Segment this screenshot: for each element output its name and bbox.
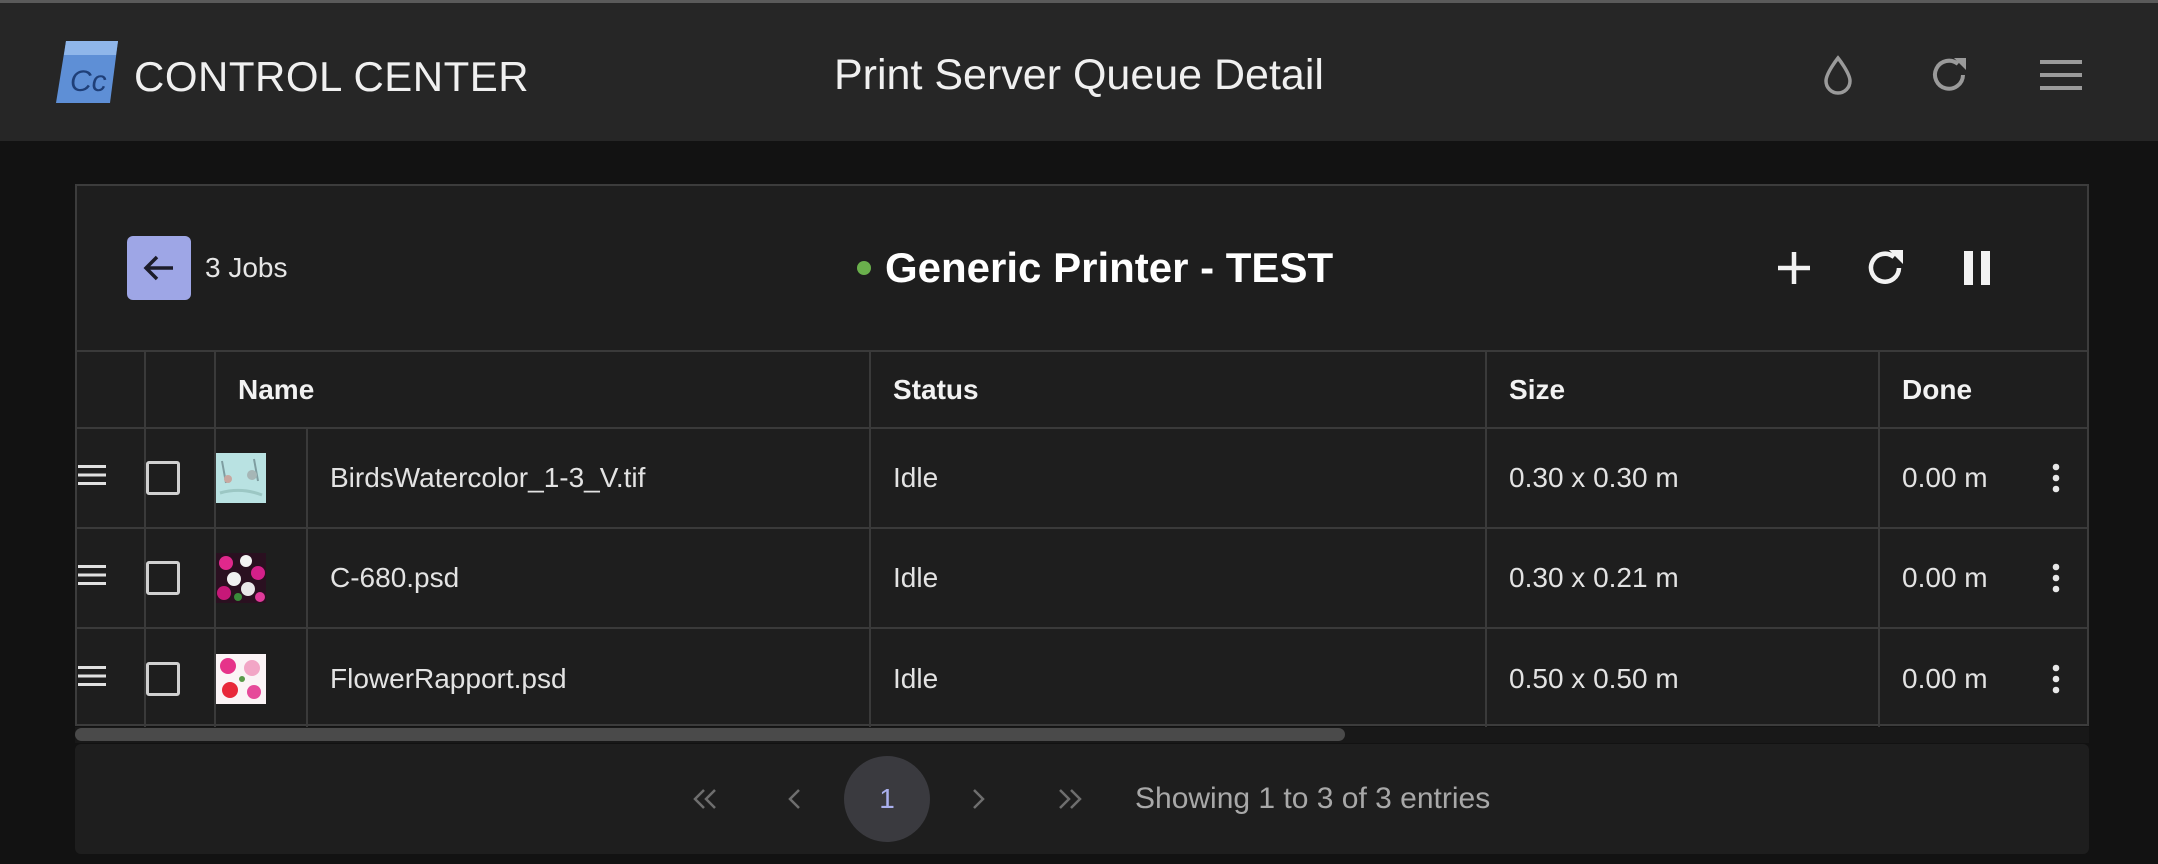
chevron-left-icon (788, 789, 800, 809)
pagination-info: Showing 1 to 3 of 3 entries (1135, 782, 1491, 815)
drag-handle-icon (78, 665, 106, 686)
drag-handle-icon (78, 565, 106, 585)
page-title: Print Server Queue Detail (834, 51, 1324, 99)
refresh-queue-button[interactable] (1855, 238, 1915, 298)
previous-page-button[interactable] (765, 744, 825, 854)
queue-card: 3 Jobs Generic Printer - TEST Name Statu… (75, 184, 2089, 728)
job-thumbnail (216, 553, 266, 603)
more-vertical-icon (2052, 664, 2060, 693)
refresh-icon (1868, 250, 1903, 284)
job-done: 0.00 m (1902, 662, 1988, 694)
jobs-count: 3 Jobs (205, 252, 288, 283)
first-page-button[interactable] (675, 744, 735, 854)
table-row[interactable]: C-680.psd Idle 0.30 x 0.21 m 0.00 m (77, 527, 2088, 629)
column-header-status[interactable]: Status (869, 350, 1488, 429)
add-job-button[interactable] (1764, 238, 1824, 298)
column-header-done[interactable]: Done (1878, 350, 2088, 429)
refresh-icon[interactable] (1921, 47, 1977, 103)
job-name[interactable]: FlowerRapport.psd (305, 627, 872, 728)
chevron-right-icon (973, 789, 985, 809)
brand-name: CONTROL CENTER (134, 53, 530, 100)
last-page-button[interactable] (1040, 744, 1100, 854)
drag-column-header (77, 350, 146, 429)
menu-icon[interactable] (2033, 47, 2089, 103)
pause-queue-button[interactable] (1947, 238, 2007, 298)
app-bar: Cc CONTROL CENTER Print Server Queue Det… (0, 0, 2158, 141)
job-done: 0.00 m (1902, 462, 1988, 493)
job-status: Idle (869, 627, 1488, 728)
printer-title: Generic Printer - TEST (857, 244, 1333, 292)
row-checkbox[interactable] (146, 661, 180, 696)
row-more-options-button[interactable] (2041, 458, 2071, 498)
job-done: 0.00 m (1902, 562, 1988, 593)
job-thumbnail (216, 653, 266, 704)
job-name[interactable]: BirdsWatercolor_1-3_V.tif (305, 427, 872, 529)
table-header-row: Name Status Size Done (77, 350, 2088, 429)
back-button[interactable] (127, 236, 191, 300)
row-more-options-button[interactable] (2041, 659, 2071, 699)
job-size: 0.50 x 0.50 m (1485, 627, 1881, 728)
jobs-table: Name Status Size Done BirdsWatercolor_1-… (77, 350, 2088, 728)
select-column-header (144, 350, 216, 429)
ink-drop-icon[interactable] (1810, 47, 1866, 103)
drag-handle[interactable] (77, 427, 146, 529)
row-more-options-button[interactable] (2041, 558, 2071, 598)
pause-icon (1964, 251, 1990, 285)
queue-header: 3 Jobs Generic Printer - TEST (77, 186, 2087, 350)
horizontal-scrollbar[interactable] (75, 728, 1345, 741)
double-chevron-left-icon (693, 789, 716, 809)
row-checkbox[interactable] (146, 461, 180, 496)
more-vertical-icon (2052, 563, 2060, 593)
column-header-name[interactable]: Name (213, 350, 872, 429)
job-size: 0.30 x 0.21 m (1485, 527, 1881, 629)
svg-text:Cc: Cc (70, 65, 107, 98)
job-thumbnail (216, 453, 266, 503)
drag-handle[interactable] (77, 527, 146, 629)
arrow-left-icon (143, 255, 173, 281)
drag-handle-icon (78, 465, 106, 485)
table-row[interactable]: FlowerRapport.psd Idle 0.50 x 0.50 m 0.0… (77, 627, 2088, 728)
table-row[interactable]: BirdsWatercolor_1-3_V.tif Idle 0.30 x 0.… (77, 427, 2088, 529)
column-header-size[interactable]: Size (1485, 350, 1881, 429)
job-status: Idle (869, 427, 1488, 529)
job-status: Idle (869, 527, 1488, 629)
printer-name: Generic Printer - TEST (885, 244, 1334, 291)
row-checkbox[interactable] (146, 561, 180, 596)
more-vertical-icon (2052, 463, 2060, 493)
job-name[interactable]: C-680.psd (305, 527, 872, 629)
pagination: 1 Showing 1 to 3 of 3 entries (75, 744, 2089, 854)
control-center-logo: Cc (56, 41, 118, 103)
job-size: 0.30 x 0.30 m (1485, 427, 1881, 529)
next-page-button[interactable] (948, 744, 1008, 854)
page-button-current[interactable]: 1 (844, 756, 930, 842)
drag-handle[interactable] (77, 627, 146, 728)
add-icon (1778, 252, 1810, 284)
double-chevron-right-icon (1059, 789, 1082, 809)
printer-status-dot (857, 261, 871, 275)
